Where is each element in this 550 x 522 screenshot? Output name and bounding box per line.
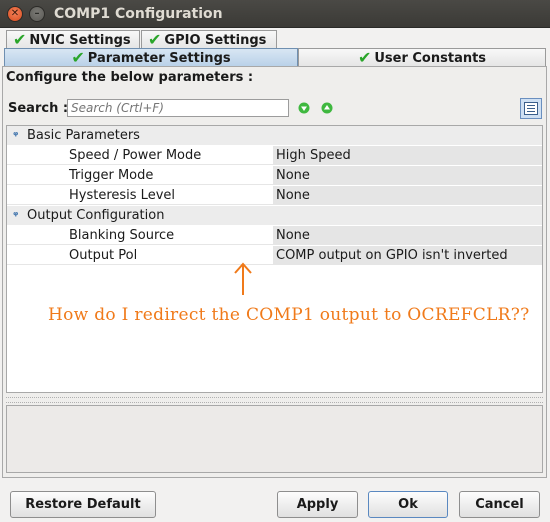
param-name: Trigger Mode [69, 168, 154, 183]
parameter-tree: ᵠ Basic Parameters Speed / Power Mode Hi… [6, 125, 543, 393]
apply-button[interactable]: Apply [277, 491, 358, 518]
group-row-basic-parameters[interactable]: ᵠ Basic Parameters [7, 126, 542, 146]
tab-parameter-settings[interactable]: ✔ Parameter Settings [4, 48, 298, 67]
param-row-hysteresis-level[interactable]: Hysteresis Level None [7, 186, 542, 206]
cancel-button[interactable]: Cancel [459, 491, 540, 518]
arrow-up-icon[interactable] [321, 102, 333, 114]
expand-icon[interactable]: ᵠ [13, 209, 18, 222]
param-name: Blanking Source [69, 228, 175, 243]
minimize-icon[interactable]: – [29, 6, 45, 22]
tab-user-constants[interactable]: ✔ User Constants [298, 48, 546, 67]
annotation-text: How do I redirect the COMP1 output to OC… [48, 305, 530, 325]
window-title: COMP1 Configuration [54, 6, 223, 22]
param-value[interactable]: None [273, 166, 542, 185]
param-name: Hysteresis Level [69, 188, 175, 203]
param-value[interactable]: High Speed [273, 146, 542, 165]
param-row-blanking-source[interactable]: Blanking Source None [7, 226, 542, 246]
title-bar: ✕ – COMP1 Configuration [0, 0, 550, 28]
tab-label: NVIC Settings [29, 32, 131, 48]
tab-gpio-settings[interactable]: ✔ GPIO Settings [141, 30, 277, 49]
tab-label: Parameter Settings [87, 50, 231, 66]
annotation-arrow-icon [234, 262, 252, 295]
search-label: Search : [8, 101, 69, 116]
group-row-output-configuration[interactable]: ᵠ Output Configuration [7, 206, 542, 226]
check-icon: ✔ [148, 30, 162, 49]
check-icon: ✔ [357, 48, 372, 67]
param-value[interactable]: COMP output on GPIO isn't inverted [273, 246, 542, 265]
param-row-speed-power-mode[interactable]: Speed / Power Mode High Speed [7, 146, 542, 166]
tab-nvic-settings[interactable]: ✔ NVIC Settings [6, 30, 140, 49]
ok-button[interactable]: Ok [368, 491, 448, 518]
param-row-trigger-mode[interactable]: Trigger Mode None [7, 166, 542, 186]
param-value[interactable]: None [273, 226, 542, 245]
check-icon: ✔ [71, 48, 85, 67]
list-view-icon [524, 102, 538, 115]
group-label: Output Configuration [27, 208, 165, 223]
param-row-output-pol[interactable]: Output Pol COMP output on GPIO isn't inv… [7, 246, 542, 266]
arrow-down-icon[interactable] [298, 102, 310, 114]
param-value[interactable]: None [273, 186, 542, 205]
expand-icon[interactable]: ᵠ [13, 129, 18, 142]
list-view-button[interactable] [520, 98, 542, 119]
group-label: Basic Parameters [27, 128, 140, 143]
restore-default-button[interactable]: Restore Default [10, 491, 156, 518]
check-icon: ✔ [13, 30, 27, 49]
param-name: Speed / Power Mode [69, 148, 202, 163]
param-name: Output Pol [69, 248, 138, 263]
panel-heading: Configure the below parameters : [6, 70, 254, 85]
close-icon[interactable]: ✕ [7, 6, 23, 22]
tab-label: GPIO Settings [164, 32, 267, 48]
search-input[interactable] [67, 99, 289, 117]
tab-label: User Constants [374, 50, 487, 66]
splitter-handle[interactable] [6, 397, 543, 403]
description-area [6, 405, 543, 473]
